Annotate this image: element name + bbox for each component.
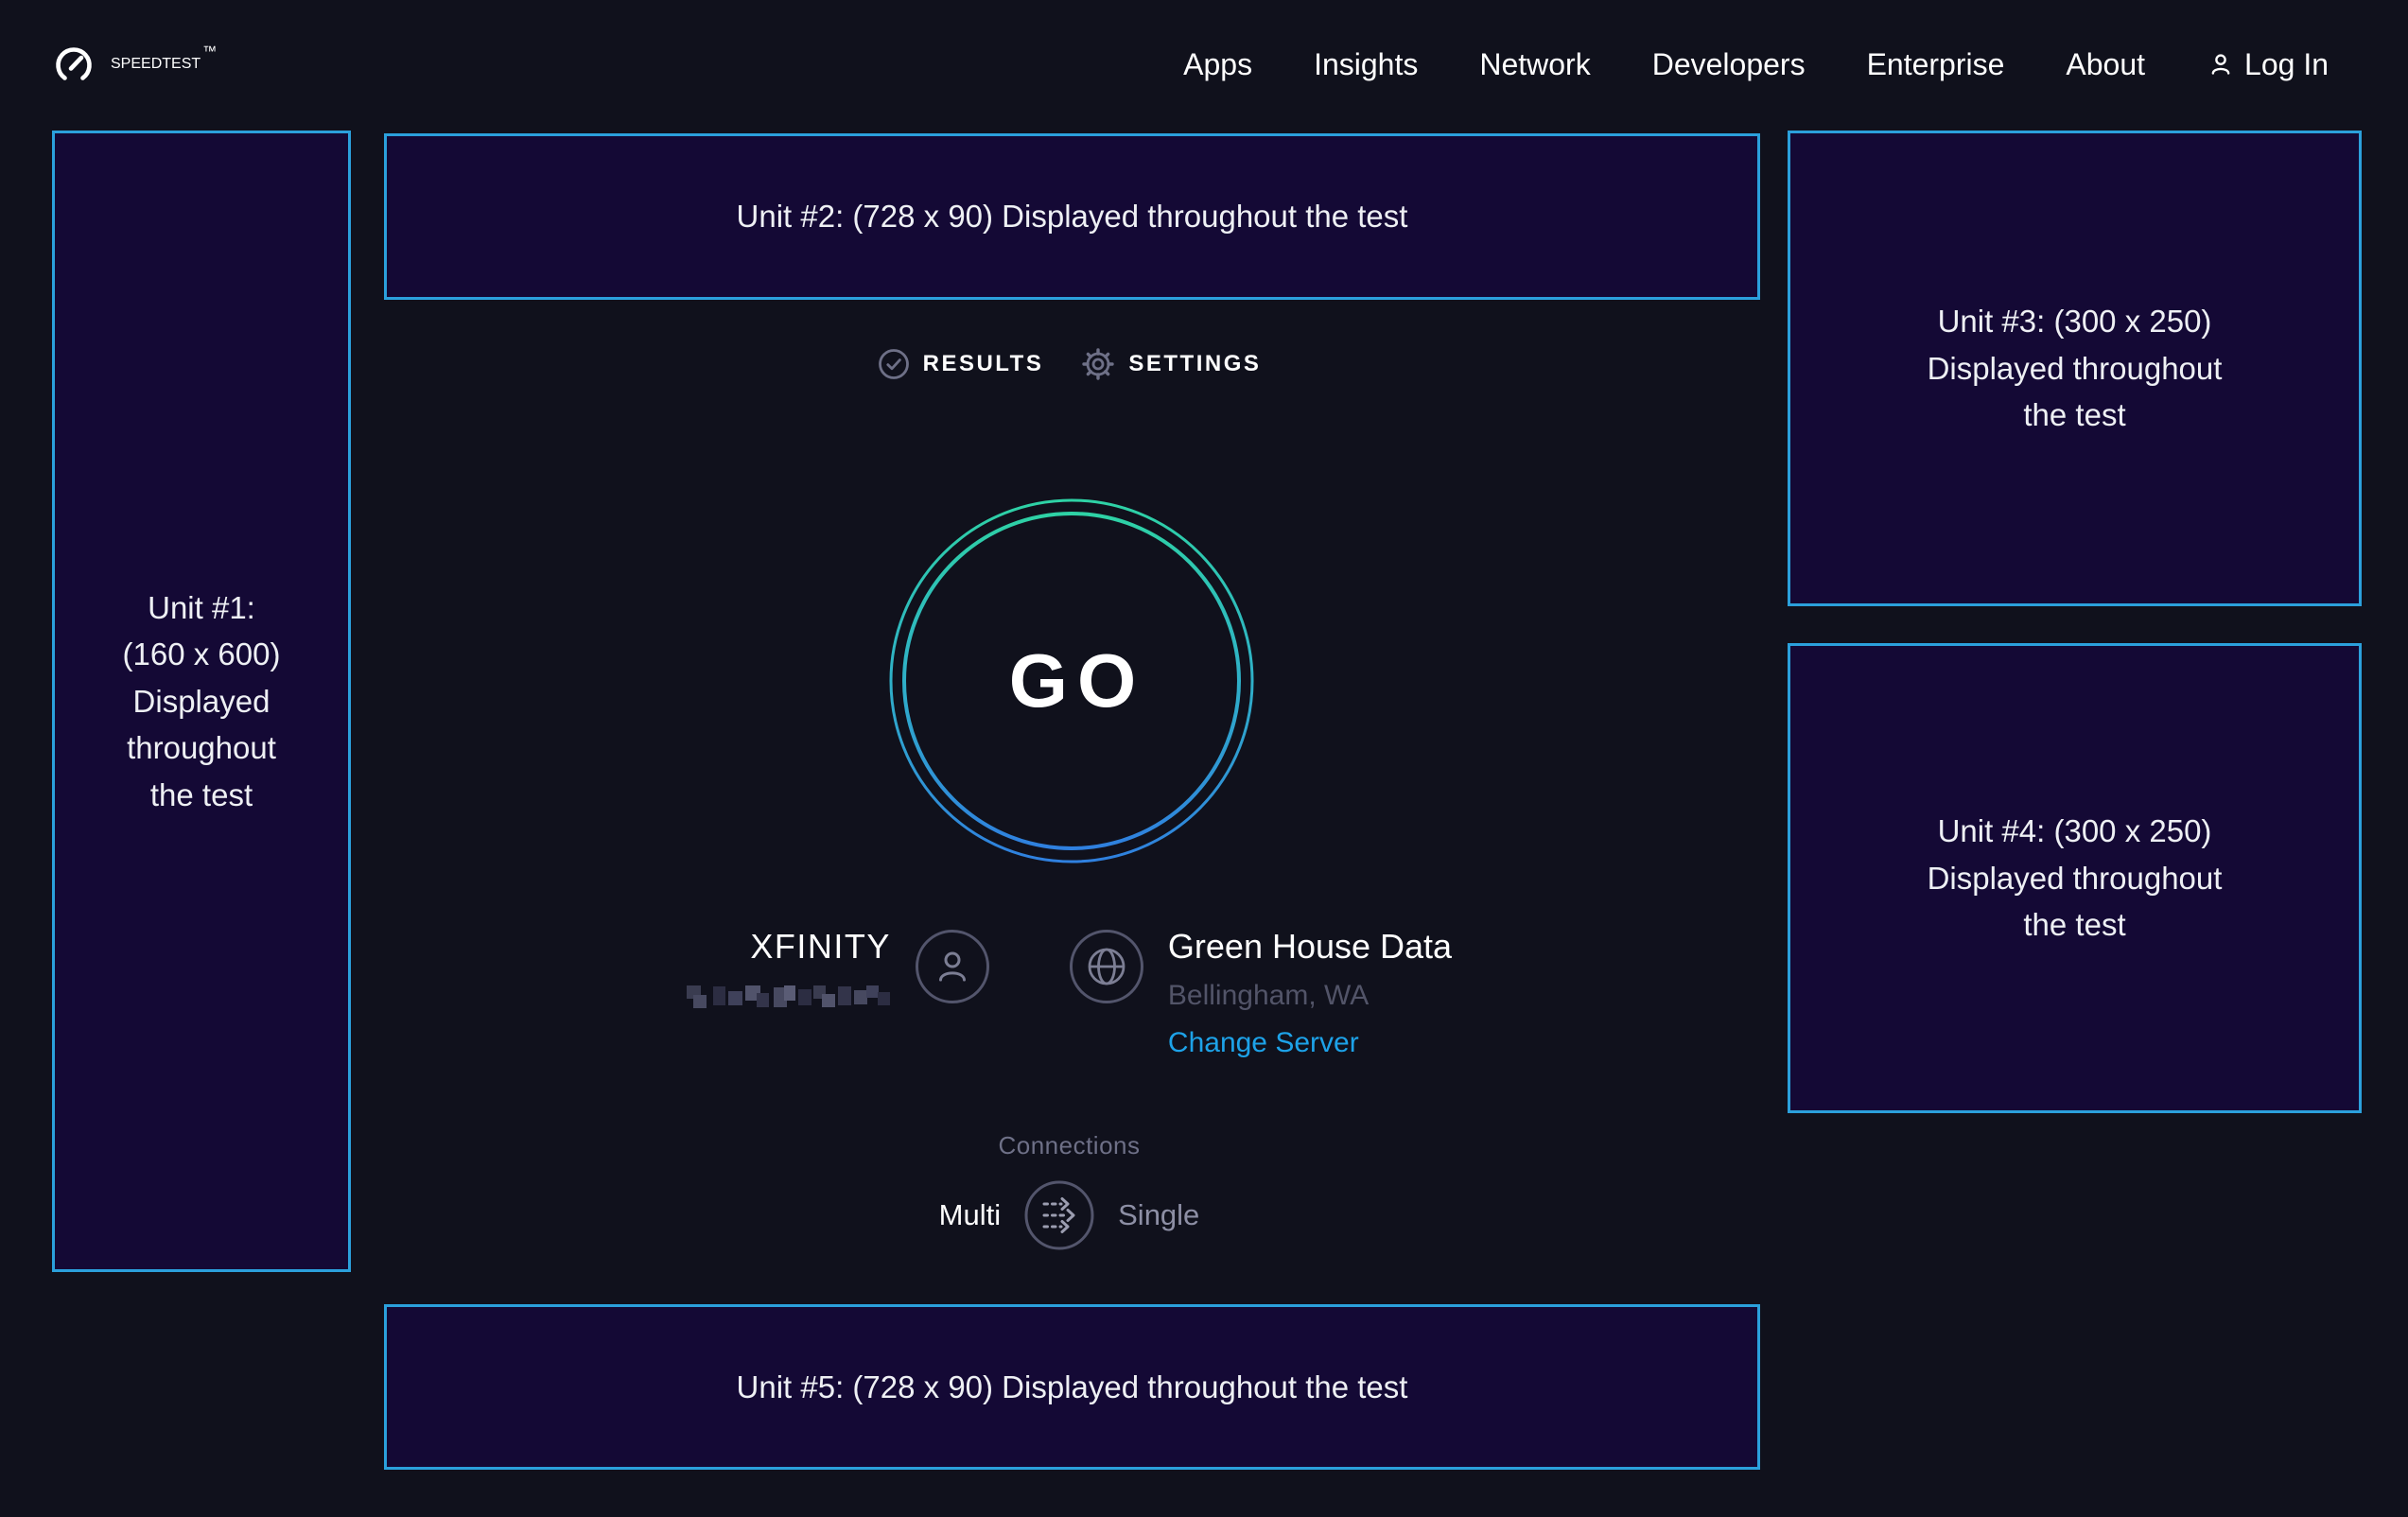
nav-item-developers[interactable]: Developers: [1652, 47, 1806, 82]
ad-unit-1-text: Unit #1: (160 x 600) Displayed throughou…: [123, 584, 281, 819]
go-button[interactable]: GO: [888, 497, 1255, 864]
nav-item-insights[interactable]: Insights: [1314, 47, 1418, 82]
ad-line: Displayed throughout: [1928, 345, 2223, 392]
results-settings-tabs: RESULTS SETTINGS: [351, 343, 1788, 385]
login-button[interactable]: Log In: [2207, 47, 2329, 82]
top-nav-bar: SPEEDTEST™ Apps Insights Network Develop…: [0, 0, 2408, 129]
gear-icon: [1081, 347, 1115, 381]
go-button-label: GO: [888, 497, 1255, 864]
user-icon: [2207, 50, 2235, 78]
check-circle-icon: [878, 348, 910, 380]
main-nav: Apps Insights Network Developers Enterpr…: [1183, 47, 2329, 82]
ad-unit-2-text: Unit #2: (728 x 90) Displayed throughout…: [737, 193, 1408, 240]
login-label: Log In: [2244, 47, 2329, 82]
logo-trademark: ™: [202, 44, 217, 60]
ad-line: the test: [1928, 901, 2223, 949]
ad-line: throughout: [123, 724, 281, 772]
connections-single-option[interactable]: Single: [1118, 1198, 1199, 1232]
ad-line: the test: [1928, 392, 2223, 439]
redacted-ip-address: [687, 982, 891, 1012]
tab-settings-label: SETTINGS: [1128, 351, 1261, 377]
connections-toggle-row: Multi Single: [939, 1179, 1200, 1251]
connections-section: Connections Multi Single: [351, 1131, 1788, 1251]
ad-unit-5: Unit #5: (728 x 90) Displayed throughout…: [384, 1304, 1760, 1470]
ad-line: Unit #3: (300 x 250): [1928, 298, 2223, 345]
nav-item-network[interactable]: Network: [1479, 47, 1590, 82]
ad-unit-2: Unit #2: (728 x 90) Displayed throughout…: [384, 133, 1760, 300]
ad-unit-5-text: Unit #5: (728 x 90) Displayed throughout…: [737, 1364, 1408, 1411]
ad-unit-4-text: Unit #4: (300 x 250) Displayed throughou…: [1928, 808, 2223, 949]
isp-name: XFINITY: [750, 927, 891, 967]
server-name: Green House Data: [1168, 927, 1452, 967]
ad-line: Unit #4: (300 x 250): [1928, 808, 2223, 855]
connections-multi-option[interactable]: Multi: [939, 1198, 1001, 1232]
speedometer-gauge-icon: [52, 43, 96, 86]
change-server-link[interactable]: Change Server: [1168, 1027, 1452, 1059]
connections-label: Connections: [998, 1131, 1140, 1160]
ad-line: Unit #2: (728 x 90) Displayed throughout…: [737, 193, 1408, 240]
isp-person-icon: [916, 930, 989, 1003]
ad-unit-4: Unit #4: (300 x 250) Displayed throughou…: [1788, 643, 2362, 1113]
ad-line: Displayed: [123, 678, 281, 725]
tab-settings[interactable]: SETTINGS: [1081, 347, 1261, 381]
server-location: Bellingham, WA: [1168, 980, 1452, 1012]
ad-line: Unit #1:: [123, 584, 281, 632]
tab-results[interactable]: RESULTS: [878, 348, 1044, 380]
ad-unit-1: Unit #1: (160 x 600) Displayed throughou…: [52, 131, 351, 1272]
nav-item-enterprise[interactable]: Enterprise: [1867, 47, 2005, 82]
nav-item-about[interactable]: About: [2066, 47, 2145, 82]
connection-info-row: XFINITY: [351, 927, 1788, 1059]
ad-line: the test: [123, 772, 281, 819]
server-block: Green House Data Bellingham, WA Change S…: [1168, 927, 1452, 1059]
nav-item-apps[interactable]: Apps: [1183, 47, 1252, 82]
server-globe-icon: [1070, 930, 1143, 1003]
ad-unit-3: Unit #3: (300 x 250) Displayed throughou…: [1788, 131, 2362, 606]
tab-results-label: RESULTS: [923, 351, 1044, 377]
ad-line: Displayed throughout: [1928, 855, 2223, 902]
isp-block: XFINITY: [687, 927, 891, 1012]
ad-line: Unit #5: (728 x 90) Displayed throughout…: [737, 1364, 1408, 1411]
speedtest-logo[interactable]: SPEEDTEST™: [52, 43, 217, 86]
logo-wordmark: SPEEDTEST™: [111, 56, 217, 73]
speedtest-page: SPEEDTEST™ Apps Insights Network Develop…: [0, 0, 2408, 1517]
connections-toggle-icon[interactable]: [1023, 1179, 1095, 1251]
ad-line: (160 x 600): [123, 631, 281, 678]
ad-unit-3-text: Unit #3: (300 x 250) Displayed throughou…: [1928, 298, 2223, 439]
logo-text: SPEEDTEST: [111, 56, 201, 72]
